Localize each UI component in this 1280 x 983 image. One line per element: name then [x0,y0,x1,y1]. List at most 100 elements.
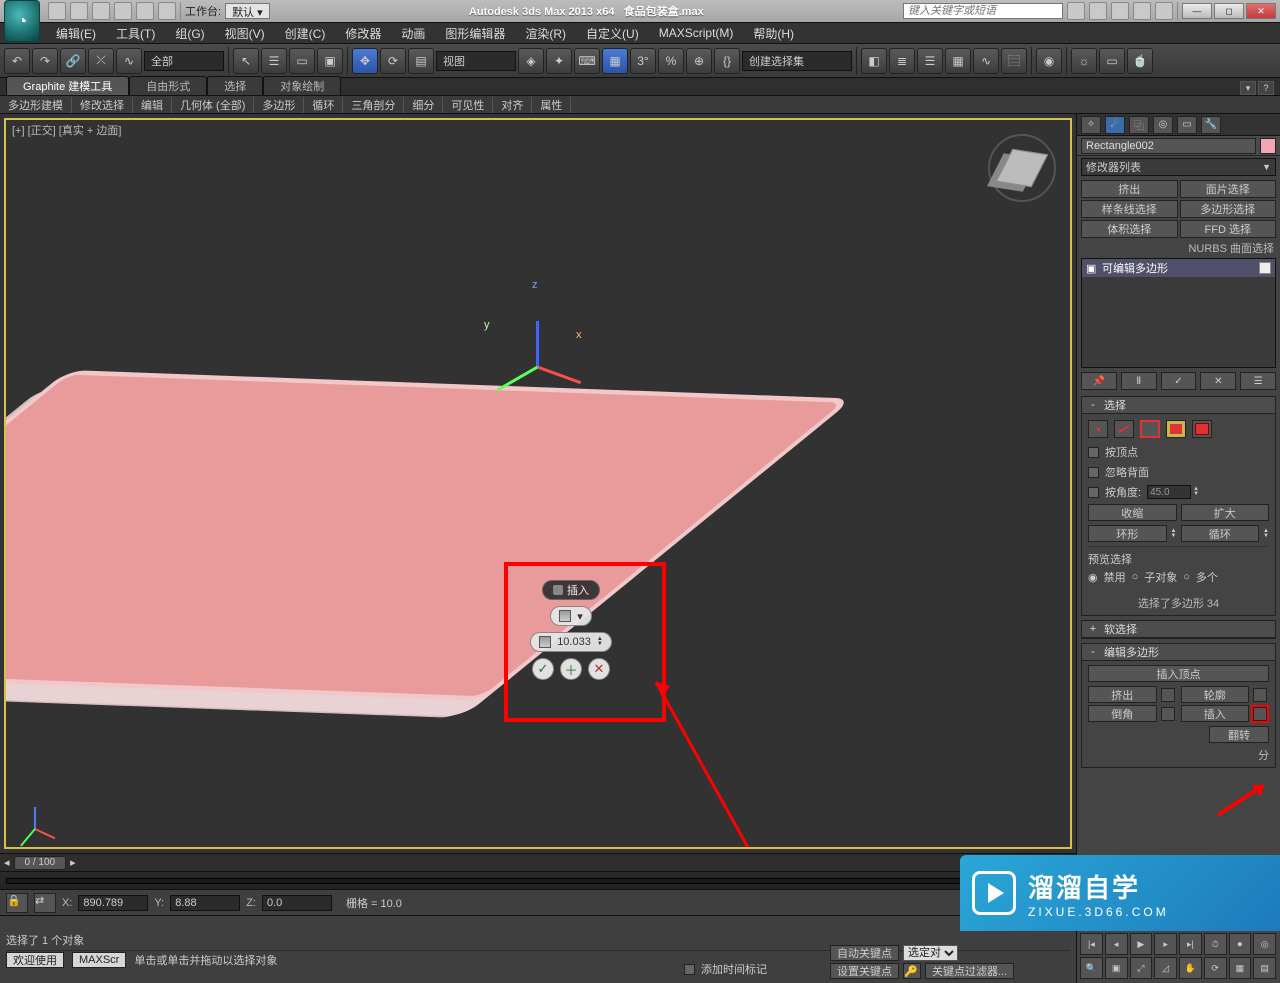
menu-views[interactable]: 视图(V) [215,25,275,42]
undo-icon[interactable]: ↶ [4,48,30,74]
rect-region-icon[interactable]: ▭ [289,48,315,74]
object-color-swatch[interactable] [1260,138,1276,154]
signin-icon[interactable]: ⨂ [1111,2,1129,20]
configure-sets-icon[interactable]: ☰ [1240,372,1276,390]
ribbon-group[interactable]: 属性 [532,97,571,113]
curve-editor-icon[interactable]: ∿ [973,48,999,74]
set-volsel-button[interactable]: 体积选择 [1081,220,1178,238]
key-filters-button[interactable]: 关键点过滤器... [925,963,1014,979]
favorites-icon[interactable]: ★ [1089,2,1107,20]
extrude-button[interactable]: 挤出 [1088,686,1157,703]
preview-off-radio[interactable]: ◉ [1088,571,1098,584]
use-pivot-center-icon[interactable]: ◈ [518,48,544,74]
inset-settings-icon[interactable] [1253,707,1267,721]
ring-spinner[interactable]: ▲▼ [1171,529,1177,539]
tab-display-icon[interactable]: ▭ [1177,116,1197,134]
isolate-icon[interactable]: ◎ [1253,933,1276,955]
menu-create[interactable]: 创建(C) [275,25,336,42]
angle-snap-icon[interactable]: 3° [630,48,656,74]
goto-end-icon[interactable]: ▸| [1179,933,1202,955]
viewport-orthographic[interactable]: [+] [正交] [真实 + 边面] zxy 插入 ▾ 10.033 ▲▼ [4,118,1072,849]
grow-button[interactable]: 扩大 [1181,504,1270,521]
select-by-name-icon[interactable]: ☰ [261,48,287,74]
maxscript-listener-tag[interactable]: MAXScr [72,952,126,968]
menu-rendering[interactable]: 渲染(R) [515,25,576,42]
set-ffdsel-button[interactable]: FFD 选择 [1180,220,1277,238]
time-ruler[interactable] [0,872,1076,890]
by-angle-checkbox[interactable] [1088,487,1099,498]
insert-vertex-button[interactable]: 插入顶点 [1088,665,1269,682]
align-icon[interactable]: ≣ [889,48,915,74]
object-name-input[interactable] [1081,138,1256,154]
by-angle-input[interactable] [1147,485,1191,499]
edit-named-sets-icon[interactable]: {} [714,48,740,74]
so-element-icon[interactable] [1192,420,1212,438]
named-selection-sets-dropdown[interactable]: 创建选择集 [742,51,852,71]
ribbon-tab-paint[interactable]: 对象绘制 [263,76,341,95]
selection-lock-icon[interactable]: 🔒 [6,893,28,913]
rollup-soft-header[interactable]: +软选择 [1082,621,1275,638]
qat-open-icon[interactable]: ▤ [70,2,88,20]
preview-multi-radio[interactable]: ○ [1183,571,1190,583]
set-patchsel-button[interactable]: 面片选择 [1180,180,1277,198]
menu-help[interactable]: 帮助(H) [743,25,804,42]
help-search-input[interactable] [903,3,1063,19]
qat-redo-icon[interactable]: ↷ [136,2,154,20]
zoom-all-icon[interactable]: ▣ [1105,957,1128,979]
autokey-button[interactable]: 自动关键点 [830,945,899,961]
ribbon-tab-selection[interactable]: 选择 [207,76,263,95]
layer-manager-icon[interactable]: ☰ [917,48,943,74]
outline-settings-icon[interactable] [1253,688,1267,702]
exchange-icon[interactable]: ✕ [1133,2,1151,20]
ribbon-help-icon[interactable]: ? [1258,81,1274,95]
select-move-icon[interactable]: ✥ [352,48,378,74]
selection-filter-dropdown[interactable]: 全部 [144,51,224,71]
goto-start-icon[interactable]: |◂ [1080,933,1103,955]
menu-edit[interactable]: 编辑(E) [46,25,106,42]
infocenter-icon[interactable]: ⓘ [1067,2,1085,20]
stack-toggle-icon[interactable] [1259,262,1271,274]
link-icon[interactable]: 🔗 [60,48,86,74]
ribbon-group[interactable]: 细分 [404,97,443,113]
zoom-extents-icon[interactable]: ⤢ [1130,957,1153,979]
select-object-icon[interactable]: ↖ [233,48,259,74]
time-slider-row[interactable]: ◂ 0 / 100 ▸ [0,854,1076,872]
time-slider-handle[interactable]: 0 / 100 [14,856,67,870]
ribbon-group[interactable]: 多边形 [254,97,304,113]
zoom-icon[interactable]: 🔍 [1080,957,1103,979]
set-extrude-button[interactable]: 挤出 [1081,180,1178,198]
so-border-icon[interactable] [1140,420,1160,438]
rendered-frame-icon[interactable]: ▭ [1099,48,1125,74]
so-edge-icon[interactable] [1114,420,1134,438]
ribbon-group[interactable]: 修改选择 [72,97,133,113]
nurbs-sel-label[interactable]: NURBS 曲面选择 [1077,240,1280,256]
key-mode-icon[interactable]: ⏺ [1229,933,1252,955]
render-setup-icon[interactable]: ☼ [1071,48,1097,74]
menu-group[interactable]: 组(G) [165,25,214,42]
keyboard-shortcut-icon[interactable]: ⌨ [574,48,600,74]
remove-modifier-icon[interactable]: ✕ [1200,372,1236,390]
loop-button[interactable]: 循环 [1181,525,1260,542]
menu-tools[interactable]: 工具(T) [106,25,165,42]
preview-subobj-radio[interactable]: ○ [1132,571,1139,583]
spinner-snap-icon[interactable]: ⊕ [686,48,712,74]
ribbon-group[interactable]: 三角剖分 [343,97,404,113]
ribbon-group[interactable]: 循环 [304,97,343,113]
ribbon-group[interactable]: 对齐 [493,97,532,113]
tab-motion-icon[interactable]: ◎ [1153,116,1173,134]
tab-modify-icon[interactable]: ☄ [1105,116,1125,134]
menu-grapheditors[interactable]: 图形编辑器 [435,25,515,42]
ribbon-group[interactable]: 多边形建模 [0,97,72,113]
redo-icon[interactable]: ↷ [32,48,58,74]
percent-snap-icon[interactable]: % [658,48,684,74]
orbit-icon[interactable]: ⟳ [1204,957,1227,979]
time-slider-arrow-left[interactable]: ◂ [4,856,10,869]
qat-new-icon[interactable]: □ [48,2,66,20]
schematic-view-icon[interactable]: ⿳ [1001,48,1027,74]
bind-space-warp-icon[interactable]: ∿ [116,48,142,74]
menu-animation[interactable]: 动画 [391,25,435,42]
pin-stack-icon[interactable]: 📌 [1081,372,1117,390]
coord-x-input[interactable] [78,895,148,911]
window-maximize-button[interactable]: ◻ [1214,3,1244,19]
prev-frame-icon[interactable]: ◂ [1105,933,1128,955]
